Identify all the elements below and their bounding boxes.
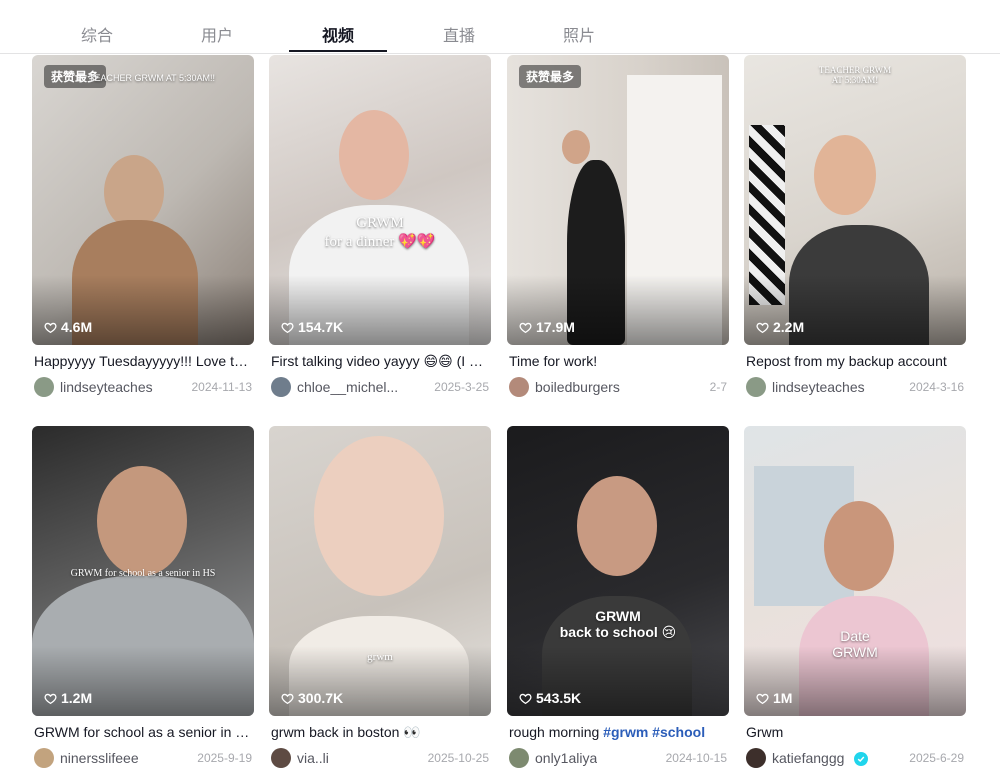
author-name[interactable]: via..li <box>297 750 329 766</box>
avatar[interactable] <box>271 377 291 397</box>
verified-check-icon <box>854 752 868 766</box>
tab-photos[interactable]: 照片 <box>530 22 628 46</box>
author-name[interactable]: ninersslifeee <box>60 750 139 766</box>
post-date: 2-7 <box>709 380 727 394</box>
video-overlay-text: TEACHER GRWM AT 5:30AM! <box>818 65 892 85</box>
like-count: 1.2M <box>44 690 92 706</box>
video-meta: lindseyteaches 2024-11-13 <box>34 377 252 399</box>
video-card[interactable]: GRWM for a dinner 💖💖 154.7K First talkin… <box>269 55 491 400</box>
avatar[interactable] <box>509 748 529 768</box>
video-caption[interactable]: Happyyyy Tuesdayyyyy!!! Love these kiddo… <box>34 353 252 369</box>
heart-outline-icon <box>44 322 57 333</box>
search-tabs: 综合 用户 视频 直播 照片 <box>0 0 1000 54</box>
video-thumbnail[interactable]: 获赞最多 17.9M <box>507 55 729 345</box>
video-overlay-text: TEACHER GRWM AT 5:30AM!! <box>88 73 216 83</box>
most-liked-badge: 获赞最多 <box>519 65 582 88</box>
author-name[interactable]: chloe__michel... <box>297 379 398 395</box>
like-count: 543.5K <box>519 690 581 706</box>
video-caption[interactable]: Grwm <box>746 724 964 740</box>
like-count: 2.2M <box>756 319 804 335</box>
video-thumbnail[interactable]: GRWM for school as a senior in HS 1.2M <box>32 426 254 716</box>
video-caption[interactable]: rough morning #grwm #school <box>509 724 727 740</box>
heart-outline-icon <box>519 693 532 704</box>
video-meta: via..li 2025-10-25 <box>271 748 489 770</box>
post-date: 2025-9-19 <box>197 751 252 765</box>
heart-outline-icon <box>756 693 769 704</box>
video-meta: lindseyteaches 2024-3-16 <box>746 377 964 399</box>
heart-outline-icon <box>281 693 294 704</box>
author-name[interactable]: boiledburgers <box>535 379 620 395</box>
video-overlay-text: GRWM for school as a senior in HS <box>70 568 216 579</box>
author-name[interactable]: only1aliya <box>535 750 597 766</box>
heart-outline-icon <box>756 322 769 333</box>
video-thumbnail[interactable]: grwm 300.7K <box>269 426 491 716</box>
video-thumbnail[interactable]: Date GRWM 1M <box>744 426 966 716</box>
video-meta: ninersslifeee 2025-9-19 <box>34 748 252 770</box>
post-date: 2025-10-25 <box>427 751 489 765</box>
video-card[interactable]: GRWM for school as a senior in HS 1.2M G… <box>32 426 254 771</box>
active-tab-indicator <box>289 50 387 52</box>
tab-general[interactable]: 综合 <box>48 22 146 46</box>
video-card[interactable]: Date GRWM 1M Grwm katiefanggg 2025-6-29 <box>744 426 966 771</box>
avatar[interactable] <box>746 748 766 768</box>
video-overlay-text: GRWM for a dinner 💖💖 <box>324 215 436 250</box>
author-name[interactable]: katiefanggg <box>772 750 844 766</box>
video-caption[interactable]: GRWM for school as a senior in HS <box>34 724 252 740</box>
video-card[interactable]: TEACHER GRWM AT 5:30AM! 2.2M Repost from… <box>744 55 966 400</box>
heart-outline-icon <box>281 322 294 333</box>
heart-outline-icon <box>44 693 57 704</box>
video-caption[interactable]: Time for work! <box>509 353 727 369</box>
video-meta: katiefanggg 2025-6-29 <box>746 748 964 770</box>
like-count: 154.7K <box>281 319 343 335</box>
avatar[interactable] <box>509 377 529 397</box>
video-overlay-text: GRWM back to school 😢 <box>559 608 677 640</box>
video-card[interactable]: 获赞最多 TEACHER GRWM AT 5:30AM!! 4.6M Happy… <box>32 55 254 400</box>
avatar[interactable] <box>34 377 54 397</box>
video-card[interactable]: GRWM back to school 😢 543.5K rough morni… <box>507 426 729 771</box>
like-count: 17.9M <box>519 319 575 335</box>
video-caption[interactable]: grwm back in boston 👀 <box>271 724 489 741</box>
caption-hashtags[interactable]: #grwm #school <box>603 724 705 740</box>
video-card[interactable]: grwm 300.7K grwm back in boston 👀 via..l… <box>269 426 491 771</box>
post-date: 2025-6-29 <box>909 751 964 765</box>
video-caption[interactable]: Repost from my backup account <box>746 353 964 369</box>
post-date: 2025-3-25 <box>434 380 489 394</box>
avatar[interactable] <box>34 748 54 768</box>
video-caption[interactable]: First talking video yayyy 😄😄 (I was so n… <box>271 353 489 370</box>
caption-text: rough morning <box>509 724 604 740</box>
video-thumbnail[interactable]: TEACHER GRWM AT 5:30AM! 2.2M <box>744 55 966 345</box>
like-count: 1M <box>756 690 792 706</box>
video-overlay-text: Date GRWM <box>832 628 878 660</box>
avatar[interactable] <box>271 748 291 768</box>
video-thumbnail[interactable]: 获赞最多 TEACHER GRWM AT 5:30AM!! 4.6M <box>32 55 254 345</box>
video-meta: chloe__michel... 2025-3-25 <box>271 377 489 399</box>
tab-videos[interactable]: 视频 <box>289 22 387 46</box>
post-date: 2024-3-16 <box>909 380 964 394</box>
like-count: 300.7K <box>281 690 343 706</box>
author-name[interactable]: lindseyteaches <box>772 379 865 395</box>
video-grid: 获赞最多 TEACHER GRWM AT 5:30AM!! 4.6M Happy… <box>32 55 968 776</box>
post-date: 2024-10-15 <box>665 751 727 765</box>
author-name[interactable]: lindseyteaches <box>60 379 153 395</box>
video-thumbnail[interactable]: GRWM for a dinner 💖💖 154.7K <box>269 55 491 345</box>
video-meta: boiledburgers 2-7 <box>509 377 727 399</box>
heart-outline-icon <box>519 322 532 333</box>
video-card[interactable]: 获赞最多 17.9M Time for work! boiledburgers … <box>507 55 729 400</box>
video-thumbnail[interactable]: GRWM back to school 😢 543.5K <box>507 426 729 716</box>
video-overlay-text: grwm <box>367 651 393 663</box>
avatar[interactable] <box>746 377 766 397</box>
like-count: 4.6M <box>44 319 92 335</box>
tab-users[interactable]: 用户 <box>168 22 266 46</box>
tab-live[interactable]: 直播 <box>410 22 508 46</box>
video-meta: only1aliya 2024-10-15 <box>509 748 727 770</box>
post-date: 2024-11-13 <box>191 380 253 394</box>
